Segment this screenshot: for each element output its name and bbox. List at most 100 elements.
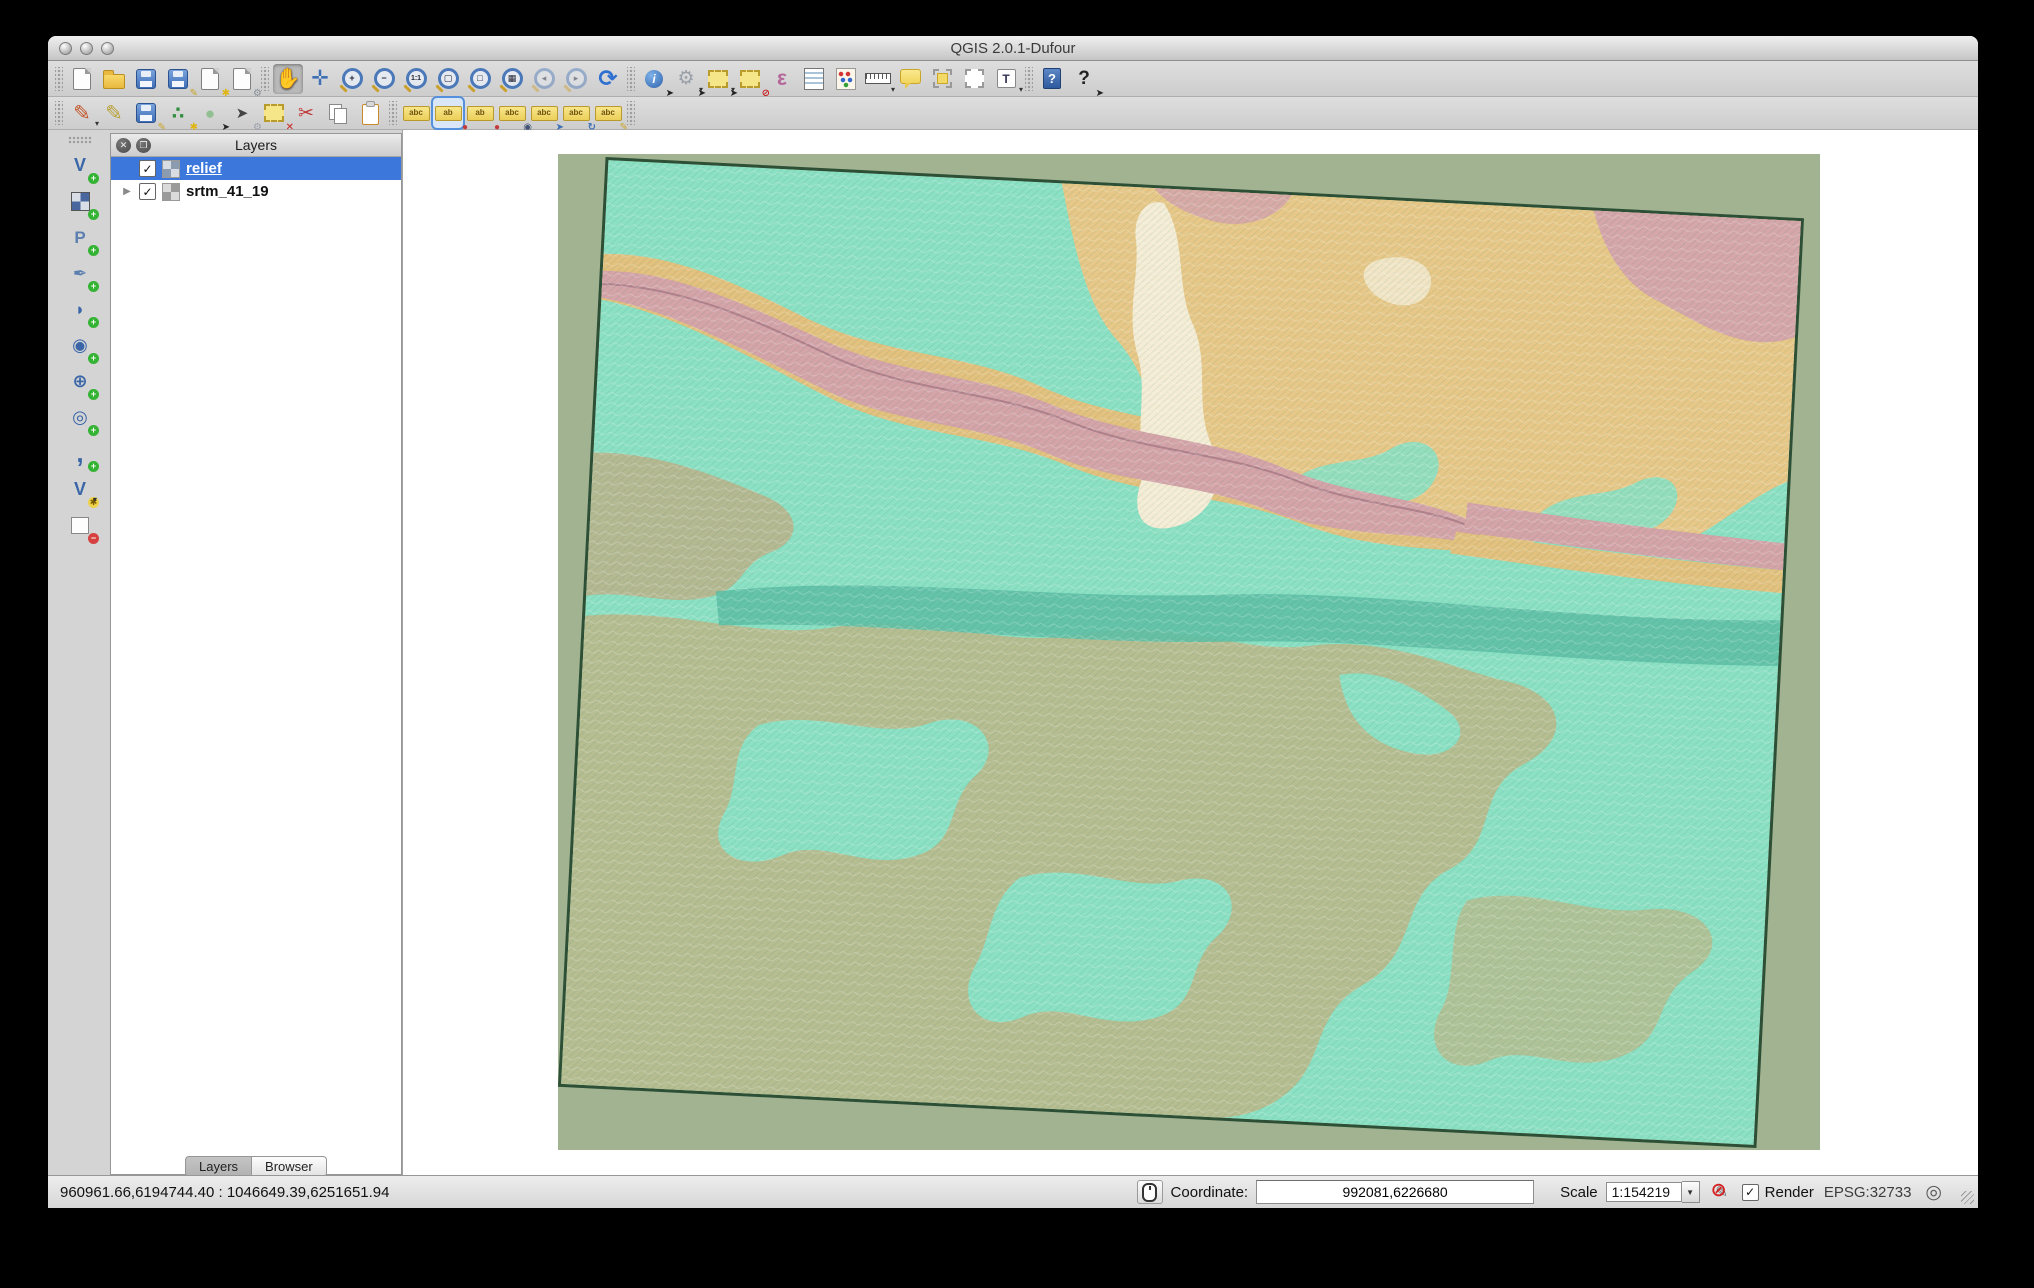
add-postgis-layer-button[interactable]: P+ <box>65 222 95 252</box>
composer-manager-button[interactable]: ⚙ <box>227 64 257 94</box>
copy-features-button[interactable] <box>323 98 353 128</box>
save-project-button[interactable] <box>131 64 161 94</box>
render-checkbox[interactable]: ✓ <box>1742 1184 1759 1201</box>
layer-item-srtm[interactable]: ▶ ✓ srtm_41_19 <box>111 180 401 203</box>
tab-layers[interactable]: Layers <box>185 1156 252 1177</box>
add-raster-layer-icon <box>71 192 90 211</box>
add-wfs-layer-button[interactable]: ◎+ <box>65 402 95 432</box>
add-wms-layer-button[interactable]: ◉+ <box>65 330 95 360</box>
main-toolbar: ✎✱⚙✋✛+−1:1▢□▦◂▸⟳i➤⚙➤➤⊘εT??➤ <box>48 61 1978 97</box>
save-layer-edits-button[interactable]: ✎ <box>131 98 161 128</box>
zoom-full-button[interactable]: ▢ <box>433 64 463 94</box>
panel-detach-icon[interactable]: ❐ <box>136 138 151 153</box>
layer-checkbox-srtm[interactable]: ✓ <box>139 183 156 200</box>
node-tool-icon: ➤ <box>230 101 254 125</box>
layer-item-relief[interactable]: ✓ relief <box>111 157 401 180</box>
zoom-native-button[interactable]: 1:1 <box>401 64 431 94</box>
add-delimited-text-layer-button[interactable]: ,+ <box>65 438 95 468</box>
pan-map-button[interactable]: ✋ <box>273 64 303 94</box>
current-edits-icon: ✎ <box>70 101 94 125</box>
remove-layer-badge-icon: − <box>88 533 99 544</box>
tab-browser[interactable]: Browser <box>252 1156 327 1177</box>
new-bookmark-icon <box>933 69 952 88</box>
map-canvas[interactable] <box>402 130 1978 1175</box>
add-spatialite-layer-badge-icon: + <box>88 281 99 292</box>
zoom-in-button[interactable]: + <box>337 64 367 94</box>
save-project-as-button[interactable]: ✎ <box>163 64 193 94</box>
text-annotation-icon: T <box>997 69 1016 88</box>
minimize-window-button[interactable] <box>80 42 93 55</box>
select-by-expression-button[interactable]: ε <box>767 64 797 94</box>
zoom-out-button[interactable]: − <box>369 64 399 94</box>
add-feature-button[interactable]: ∴✱ <box>163 98 193 128</box>
open-project-button[interactable] <box>99 64 129 94</box>
panel-close-icon[interactable]: ✕ <box>116 138 131 153</box>
scale-combobox[interactable]: 1:154219 ▼ <box>1606 1181 1700 1203</box>
titlebar[interactable]: QGIS 2.0.1-Dufour <box>48 36 1978 61</box>
text-annotation-button[interactable]: T <box>991 64 1021 94</box>
change-label-button[interactable]: abc✎ <box>593 98 623 128</box>
add-mssql-layer-button[interactable]: ◗+ <box>65 294 95 324</box>
whats-this-button[interactable]: ?➤ <box>1069 64 1099 94</box>
show-hide-labels-button[interactable]: abc◉ <box>497 98 527 128</box>
move-feature-icon: ● <box>198 101 222 125</box>
zoom-window-button[interactable] <box>101 42 114 55</box>
crs-status-icon[interactable]: ◎ <box>1925 1181 1942 1204</box>
rotate-label-button[interactable]: abc↻ <box>561 98 591 128</box>
toolbar-handle <box>68 136 92 144</box>
window-resize-grip[interactable] <box>1961 1191 1974 1204</box>
show-bookmarks-button[interactable] <box>959 64 989 94</box>
run-feature-action-button[interactable]: ⚙➤ <box>671 64 701 94</box>
select-features-button[interactable]: ➤ <box>703 64 733 94</box>
add-raster-layer-button[interactable]: + <box>65 186 95 216</box>
layer-checkbox-relief[interactable]: ✓ <box>139 160 156 177</box>
move-label-button[interactable]: abc➤ <box>529 98 559 128</box>
zoom-to-layer-icon: ▦ <box>502 68 523 89</box>
zoom-to-selection-button[interactable]: □ <box>465 64 495 94</box>
expander-icon[interactable]: ▶ <box>121 186 133 197</box>
identify-features-button[interactable]: i➤ <box>639 64 669 94</box>
mouse-position-toggle-button[interactable] <box>1137 1180 1163 1204</box>
new-shapefile-layer-button[interactable]: V✱ <box>65 474 95 504</box>
highlight-pinned-labels-button[interactable]: ab● <box>465 98 495 128</box>
pin-labels-button[interactable]: ab● <box>433 98 463 128</box>
add-vector-layer-button[interactable]: V+ <box>65 150 95 180</box>
scale-dropdown-icon[interactable]: ▼ <box>1682 1181 1700 1203</box>
measure-button[interactable] <box>863 64 893 94</box>
node-tool-button[interactable]: ➤⚙ <box>227 98 257 128</box>
coordinate-input[interactable] <box>1256 1180 1534 1204</box>
move-feature-button[interactable]: ●➤ <box>195 98 225 128</box>
close-window-button[interactable] <box>59 42 72 55</box>
toggle-editing-button[interactable]: ✎ <box>99 98 129 128</box>
new-print-composer-button[interactable]: ✱ <box>195 64 225 94</box>
deselect-features-button[interactable]: ⊘ <box>735 64 765 94</box>
help-contents-icon: ? <box>1043 68 1061 89</box>
zoom-to-layer-button[interactable]: ▦ <box>497 64 527 94</box>
panel-tabs: Layers Browser <box>185 1156 327 1177</box>
add-spatialite-layer-button[interactable]: ✒+ <box>65 258 95 288</box>
cut-features-button[interactable]: ✂ <box>291 98 321 128</box>
save-project-as-icon <box>168 69 188 89</box>
map-tips-button[interactable] <box>895 64 925 94</box>
scale-value[interactable]: 1:154219 <box>1606 1182 1682 1202</box>
pan-to-selection-button[interactable]: ✛ <box>305 64 335 94</box>
refresh-map-button[interactable]: ⟳ <box>593 64 623 94</box>
new-bookmark-button[interactable] <box>927 64 957 94</box>
open-attribute-table-button[interactable] <box>799 64 829 94</box>
remove-layer-button[interactable]: − <box>65 510 95 540</box>
current-edits-button[interactable]: ✎ <box>67 98 97 128</box>
layer-labeling-button[interactable]: abc <box>401 98 431 128</box>
delete-selected-button[interactable]: ✕ <box>259 98 289 128</box>
zoom-last-button: ◂ <box>529 64 559 94</box>
field-calculator-button[interactable] <box>831 64 861 94</box>
measure-icon <box>865 73 891 84</box>
copy-features-icon <box>328 103 348 123</box>
help-contents-button[interactable]: ? <box>1037 64 1067 94</box>
relief-raster-image <box>558 157 1804 1148</box>
save-layer-edits-icon <box>136 103 156 123</box>
select-by-expression-icon: ε <box>770 67 794 91</box>
paste-features-button[interactable] <box>355 98 385 128</box>
new-project-button[interactable] <box>67 64 97 94</box>
stop-render-button[interactable]: ✎ ⊘ <box>1710 1180 1734 1204</box>
add-wcs-layer-button[interactable]: ⊕+ <box>65 366 95 396</box>
